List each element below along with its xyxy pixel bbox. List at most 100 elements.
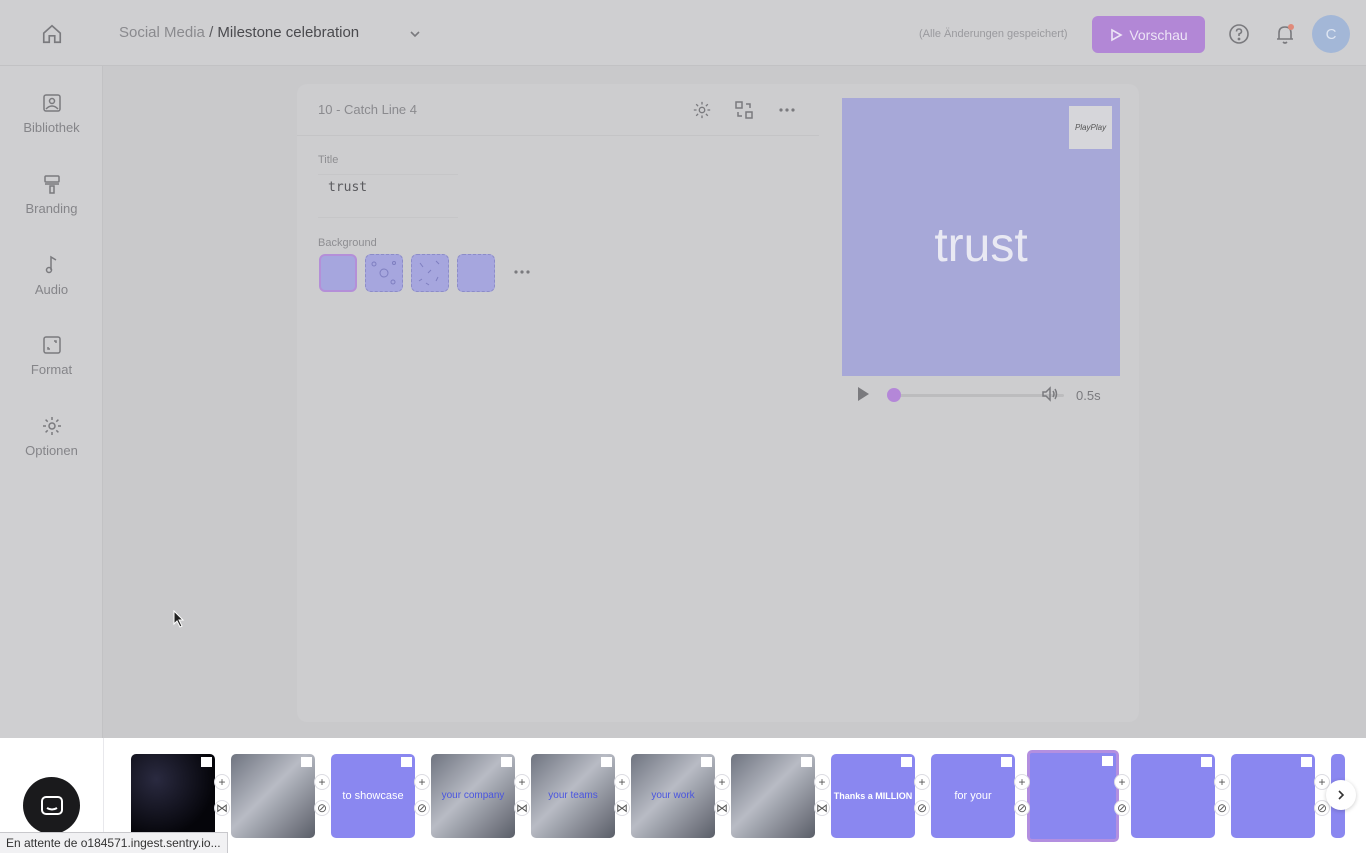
add-scene-icon[interactable]: +	[1214, 774, 1230, 790]
brand-logo	[1201, 757, 1212, 767]
add-scene-icon[interactable]: +	[1114, 774, 1130, 790]
swap-layout-icon[interactable]	[732, 98, 756, 122]
breadcrumb-project[interactable]: Social Media	[119, 24, 205, 41]
timeline-scroll-right-button[interactable]	[1326, 780, 1356, 810]
sidebar-item-library[interactable]: Bibliothek	[0, 92, 103, 162]
home-icon[interactable]	[38, 20, 66, 48]
more-backgrounds-icon[interactable]	[513, 262, 535, 284]
play-icon[interactable]	[856, 386, 872, 402]
more-options-icon[interactable]	[775, 98, 799, 122]
clip-caption: your work	[651, 790, 695, 801]
timeline-clip[interactable]: Thanks a MILLION	[831, 754, 915, 838]
no-transition-icon[interactable]: ⊘	[314, 800, 330, 816]
scene-editor: 10 - Catch Line 4 Title trust Background…	[297, 84, 1139, 722]
timeline-clip[interactable]	[131, 754, 215, 838]
timeline-clip[interactable]: your company	[431, 754, 515, 838]
volume-icon[interactable]	[1040, 384, 1060, 404]
add-scene-icon[interactable]: +	[314, 774, 330, 790]
preview-button-label: Vorschau	[1129, 26, 1188, 43]
clip-caption: for your	[954, 790, 992, 802]
transition-icon[interactable]: ⋈	[514, 800, 530, 816]
background-swatch-confetti[interactable]	[411, 254, 449, 292]
no-transition-icon[interactable]: ⊘	[1114, 800, 1130, 816]
timeline-clip-selected[interactable]	[1027, 750, 1119, 842]
sidebar-item-options[interactable]: Optionen	[0, 415, 103, 485]
progress-knob[interactable]	[887, 388, 901, 402]
brand-logo	[201, 757, 212, 767]
brand-logo	[901, 757, 912, 767]
gear-icon[interactable]	[690, 98, 714, 122]
add-scene-icon[interactable]: +	[414, 774, 430, 790]
background-swatch-circles[interactable]	[365, 254, 403, 292]
add-scene-icon[interactable]: +	[914, 774, 930, 790]
background-swatch-dashed[interactable]	[457, 254, 495, 292]
scene-preview: trust PlayPlay	[842, 98, 1120, 376]
timeline-clip[interactable]: for your	[931, 754, 1015, 838]
play-icon	[1111, 28, 1123, 41]
sidebar-item-audio[interactable]: Audio	[0, 254, 103, 324]
chat-support-button[interactable]	[23, 777, 80, 834]
brand-logo	[501, 757, 512, 767]
timeline-clip[interactable]	[1131, 754, 1215, 838]
paint-roller-icon	[43, 175, 60, 194]
timeline-clip[interactable]	[231, 754, 315, 838]
scene-name: 10 - Catch Line 4	[318, 102, 418, 117]
sidebar-item-label: Optionen	[25, 443, 78, 458]
help-icon[interactable]	[1226, 21, 1252, 47]
mouse-cursor-icon	[173, 609, 185, 628]
browser-status-bar: En attente de o184571.ingest.sentry.io..…	[0, 832, 228, 853]
scene-header: 10 - Catch Line 4	[297, 84, 819, 136]
transition-icon[interactable]: ⋈	[214, 800, 230, 816]
add-scene-icon[interactable]: +	[814, 774, 830, 790]
timeline-clip[interactable]	[731, 754, 815, 838]
timeline-clip[interactable]: your work	[631, 754, 715, 838]
brand-logo	[301, 757, 312, 767]
preview-text: trust	[934, 219, 1028, 272]
chat-icon	[40, 795, 63, 815]
no-transition-icon[interactable]: ⊘	[914, 800, 930, 816]
add-scene-icon[interactable]: +	[514, 774, 530, 790]
brand-logo: PlayPlay	[1069, 106, 1112, 149]
progress-track[interactable]	[892, 394, 1064, 397]
brand-logo	[1001, 757, 1012, 767]
sidebar-item-branding[interactable]: Branding	[0, 173, 103, 243]
brand-logo	[801, 757, 812, 767]
brand-logo	[701, 757, 712, 767]
chevron-down-icon[interactable]	[407, 26, 423, 42]
video-player-controls: 0.5s	[842, 380, 1120, 410]
sidebar-item-format[interactable]: Format	[0, 334, 103, 404]
timeline-clip[interactable]: to showcase	[331, 754, 415, 838]
save-status: (Alle Änderungen gespeichert)	[919, 28, 1068, 40]
background-swatch-plain[interactable]	[319, 254, 357, 292]
no-transition-icon[interactable]: ⊘	[1214, 800, 1230, 816]
title-label: Title	[318, 154, 339, 166]
background-label: Background	[318, 237, 377, 249]
add-scene-icon[interactable]: +	[714, 774, 730, 790]
sidebar: Bibliothek Branding Audio Format Optione…	[0, 66, 103, 738]
no-transition-icon[interactable]: ⊘	[414, 800, 430, 816]
transition-icon[interactable]: ⋈	[714, 800, 730, 816]
sidebar-item-label: Audio	[34, 282, 69, 297]
sidebar-item-label: Bibliothek	[23, 120, 80, 135]
add-scene-icon[interactable]: +	[614, 774, 630, 790]
preview-button[interactable]: Vorschau	[1092, 16, 1205, 53]
bell-icon[interactable]	[1272, 21, 1298, 47]
no-transition-icon[interactable]: ⊘	[1014, 800, 1030, 816]
add-scene-icon[interactable]: +	[1014, 774, 1030, 790]
avatar[interactable]: C	[1312, 15, 1350, 53]
sidebar-item-label: Format	[30, 362, 73, 377]
breadcrumb-video-title[interactable]: Milestone celebration	[217, 24, 359, 41]
clip-caption: to showcase	[342, 790, 404, 802]
title-input[interactable]: trust	[318, 174, 458, 218]
breadcrumb: Social Media / Milestone celebration	[119, 24, 359, 41]
sidebar-item-label: Branding	[25, 201, 78, 216]
transition-icon[interactable]: ⋈	[614, 800, 630, 816]
transition-icon[interactable]: ⋈	[814, 800, 830, 816]
add-scene-icon[interactable]: +	[214, 774, 230, 790]
timeline-clip[interactable]	[1231, 754, 1315, 838]
brand-logo	[401, 757, 412, 767]
breadcrumb-separator: /	[209, 24, 214, 41]
timeline-clip[interactable]: your teams	[531, 754, 615, 838]
brand-logo	[1102, 756, 1113, 766]
time-readout: 0.5s	[1076, 388, 1101, 403]
